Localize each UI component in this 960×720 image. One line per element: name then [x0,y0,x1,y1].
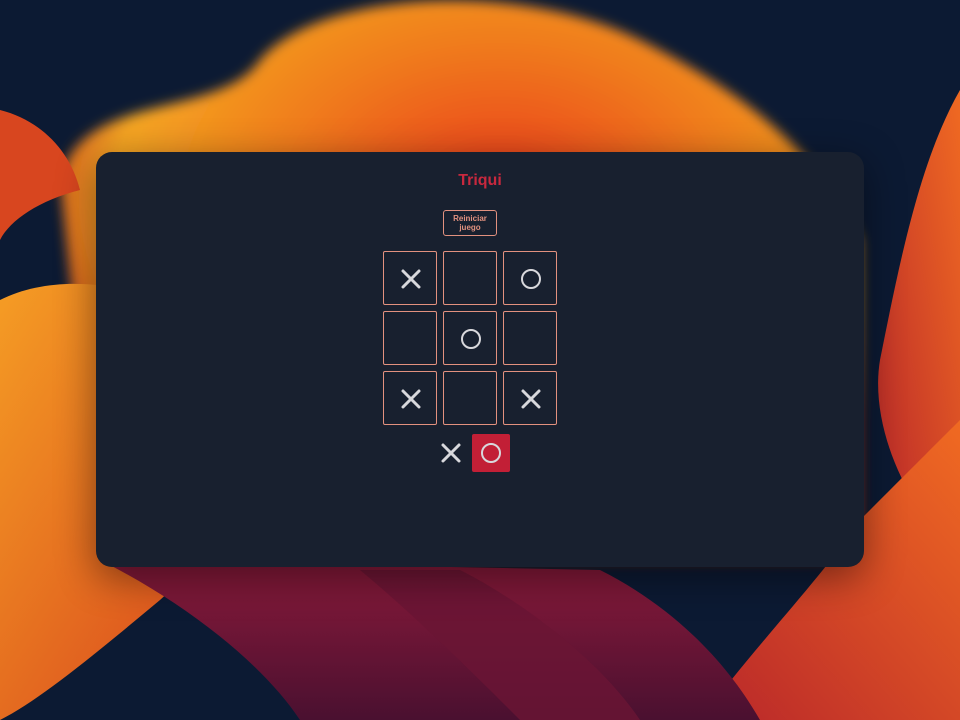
x-mark-icon [401,389,421,409]
board-cell[interactable] [443,251,497,305]
board-cell[interactable] [503,371,557,425]
game-board [383,251,557,425]
board-cell[interactable] [443,311,497,365]
x-mark-icon [401,269,421,289]
turn-o [472,434,510,472]
x-mark-icon [521,389,541,409]
board-cell[interactable] [443,371,497,425]
turn-indicator [432,434,510,472]
board-cell[interactable] [383,251,437,305]
o-mark-icon [481,443,501,463]
o-mark-icon [461,329,481,349]
game-title: Triqui [458,172,502,189]
board-cell[interactable] [503,251,557,305]
board-cell[interactable] [503,311,557,365]
game-window: Triqui Reiniciar juego [96,152,864,567]
reset-game-button[interactable]: Reiniciar juego [443,210,497,236]
board-cell[interactable] [383,371,437,425]
turn-x [432,434,470,472]
board-cell[interactable] [383,311,437,365]
x-mark-icon [441,443,461,463]
o-mark-icon [521,269,541,289]
